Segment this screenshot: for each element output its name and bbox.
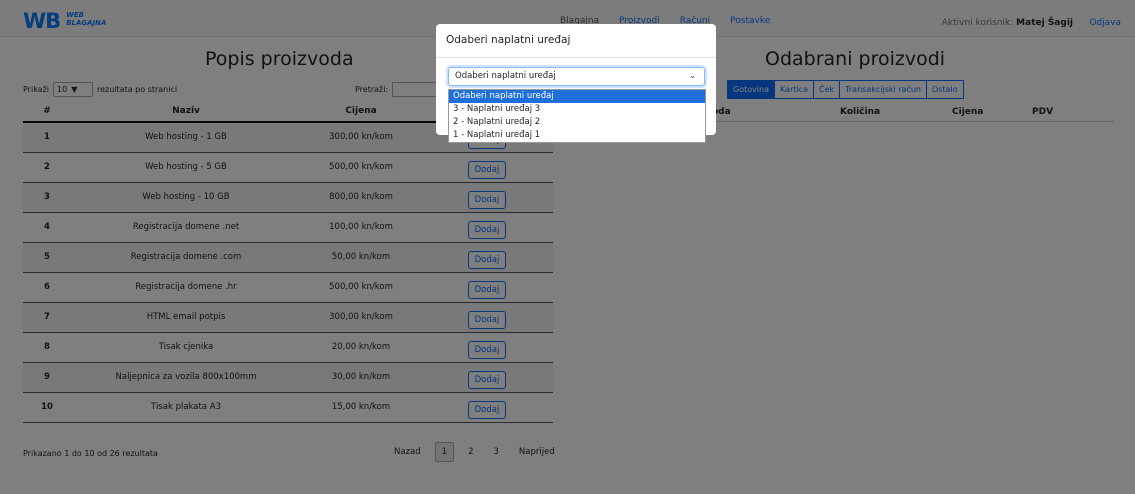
payment-device-option[interactable]: 2 - Naplatni uređaj 2	[449, 116, 705, 129]
payment-device-select[interactable]: Odaberi naplatni uređaj ⌄	[448, 67, 705, 86]
chevron-down-icon: ⌄	[689, 71, 696, 80]
payment-device-select-value: Odaberi naplatni uređaj	[455, 71, 556, 81]
payment-device-option[interactable]: Odaberi naplatni uređaj	[449, 90, 705, 103]
modal-title: Odaberi naplatni uređaj	[436, 24, 716, 58]
payment-device-option[interactable]: 3 - Naplatni uređaj 3	[449, 103, 705, 116]
payment-device-option[interactable]: 1 - Naplatni uređaj 1	[449, 129, 705, 142]
payment-device-options: Odaberi naplatni uređaj 3 - Naplatni ure…	[448, 89, 706, 143]
